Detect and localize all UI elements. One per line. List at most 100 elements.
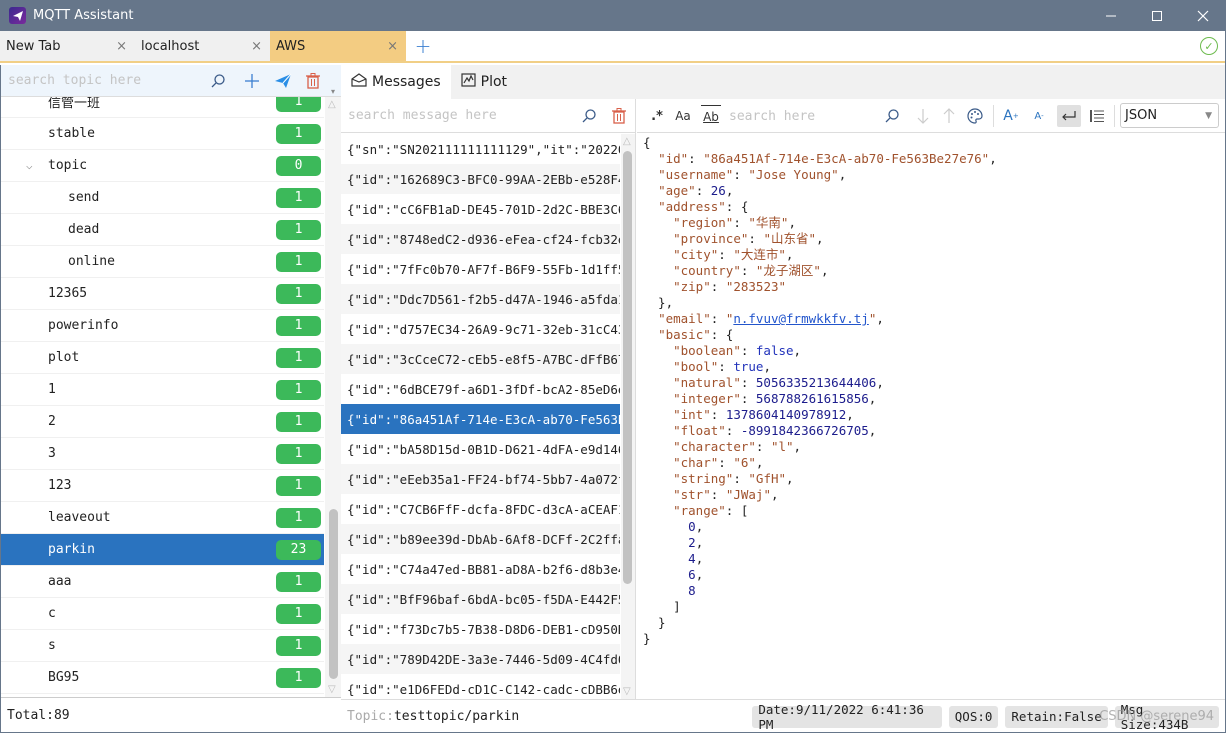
json-line: "character": "l", xyxy=(643,439,997,455)
scroll-down-icon[interactable]: ▽ xyxy=(623,686,631,697)
topic-row[interactable]: powerinfo 1 xyxy=(1,310,324,342)
add-subscription-icon[interactable] xyxy=(242,71,262,91)
topic-name: plot xyxy=(48,350,80,365)
delete-trash-icon[interactable] xyxy=(303,71,323,91)
viewer-search-input[interactable] xyxy=(729,103,869,129)
message-row[interactable]: {"sn":"SN202111111111129","it":"202209 xyxy=(341,134,620,164)
topic-row[interactable]: online 1 xyxy=(1,246,324,278)
topic-row[interactable]: leaveout 1 xyxy=(1,502,324,534)
topic-row[interactable]: dead 1 xyxy=(1,214,324,246)
json-punctuation: : xyxy=(710,487,726,502)
message-row[interactable]: {"id":"86a451Af-714e-E3cA-ab70-Fe563Be xyxy=(341,404,620,434)
close-tab-icon[interactable]: × xyxy=(251,39,262,54)
message-search-input[interactable] xyxy=(341,101,561,130)
message-row[interactable]: {"id":"Ddc7D561-f2b5-d47A-1946-a5fda1a xyxy=(341,284,620,314)
json-punctuation: : xyxy=(740,375,756,390)
scrollbar-thumb[interactable] xyxy=(329,509,338,679)
scroll-up-icon[interactable]: △ xyxy=(623,136,631,147)
chevron-down-icon: ▼ xyxy=(1205,110,1212,121)
topic-row[interactable]: plot 1 xyxy=(1,342,324,374)
search-icon[interactable] xyxy=(579,106,599,126)
message-list-scrollbar[interactable]: △ ▽ xyxy=(621,134,635,699)
message-row[interactable]: {"id":"3cCceC72-cEb5-e8f5-A7BC-dFfB675 xyxy=(341,344,620,374)
json-punctuation: , xyxy=(695,567,704,582)
message-row[interactable]: {"id":"C7CB6FfF-dcfa-8FDC-d3cA-aCEAF19 xyxy=(341,494,620,524)
json-punctuation: : xyxy=(710,279,726,294)
json-punctuation: : xyxy=(718,247,734,262)
close-tab-icon[interactable]: × xyxy=(387,39,398,54)
scrollbar-thumb[interactable] xyxy=(623,151,632,584)
json-key: "username" xyxy=(658,167,734,182)
message-row[interactable]: {"id":"8748edC2-d936-eFea-cf24-fcb32ef xyxy=(341,224,620,254)
topic-row[interactable]: BG95 1 xyxy=(1,662,324,694)
message-row[interactable]: {"id":"7fFc0b70-AF7f-B6F9-55Fb-1d1ff5A xyxy=(341,254,620,284)
json-key: "float" xyxy=(673,423,726,438)
topic-list-scrollbar[interactable]: △ ▽ xyxy=(325,97,341,697)
message-row[interactable]: {"id":"BfF96baf-6bdA-bc05-f5DA-E442F5A xyxy=(341,584,620,614)
message-row[interactable]: {"id":"789D42DE-3a3e-7446-5d09-4C4fd0d xyxy=(341,644,620,674)
message-row[interactable]: {"id":"C74a47ed-BB81-aD8A-b2f6-d8b3e43 xyxy=(341,554,620,584)
scroll-up-icon[interactable]: △ xyxy=(328,99,336,110)
palette-icon[interactable] xyxy=(965,105,985,127)
line-numbers-icon[interactable] xyxy=(1087,105,1107,127)
topic-row[interactable]: 信管一班 1 xyxy=(1,97,324,118)
topic-row[interactable]: 12365 1 xyxy=(1,278,324,310)
topic-search-input[interactable] xyxy=(1,66,201,95)
tab-new-tab[interactable]: New Tab × xyxy=(0,31,135,61)
topic-row[interactable]: 31 xyxy=(1,438,324,470)
message-row[interactable]: {"id":"cC6FB1aD-DE45-701D-2d2C-BBE3C6c xyxy=(341,194,620,224)
topic-row[interactable]: aaa 1 xyxy=(1,566,324,598)
match-case-toggle[interactable]: Aa xyxy=(673,105,693,127)
tab-plot[interactable]: Plot xyxy=(451,65,517,99)
message-row[interactable]: {"id":"eEeb35a1-FF24-bf74-5bb7-4a072f3 xyxy=(341,464,620,494)
json-punctuation: , xyxy=(793,343,802,358)
message-search-bar xyxy=(341,99,635,133)
add-tab-button[interactable]: + xyxy=(406,31,440,61)
topic-row[interactable]: 123 1 xyxy=(1,470,324,502)
topic-row[interactable]: parkin 23 xyxy=(1,534,324,566)
tab-aws[interactable]: AWS × xyxy=(270,31,406,61)
close-tab-icon[interactable]: × xyxy=(116,39,127,54)
message-row[interactable]: {"id":"e1D6FEDd-cD1C-C142-cadc-cDBB6e1 xyxy=(341,674,620,699)
message-row[interactable]: {"id":"162689C3-BFC0-99AA-2EBb-e528F46 xyxy=(341,164,620,194)
json-line: { xyxy=(643,135,997,151)
search-icon[interactable] xyxy=(208,71,228,91)
topic-row[interactable]: ⌵ topic 0 xyxy=(1,150,324,182)
topic-row[interactable]: stable 1 xyxy=(1,118,324,150)
tab-localhost[interactable]: localhost × xyxy=(135,31,270,61)
prev-match-arrow-up-icon[interactable] xyxy=(939,105,959,127)
message-row[interactable]: {"id":"d757EC34-26A9-9c71-32eb-31cC434 xyxy=(341,314,620,344)
next-match-arrow-down-icon[interactable] xyxy=(913,105,933,127)
message-row[interactable]: {"id":"b89ee39d-DbAb-6Af8-DCFf-2C2ffaA xyxy=(341,524,620,554)
search-icon[interactable] xyxy=(882,105,902,127)
maximize-button[interactable] xyxy=(1134,0,1180,31)
close-window-button[interactable] xyxy=(1180,0,1226,31)
email-link[interactable]: n.fvuv@frmwkkfv.tj xyxy=(733,311,868,326)
filter-dropdown-icon[interactable]: ▾ xyxy=(331,87,335,96)
clear-messages-trash-icon[interactable] xyxy=(609,106,629,126)
regex-toggle[interactable]: .* xyxy=(647,105,667,127)
format-select[interactable]: JSON ▼ xyxy=(1120,103,1219,128)
tab-messages[interactable]: Messages xyxy=(341,65,451,99)
minimize-button[interactable] xyxy=(1088,0,1134,31)
json-line: 4, xyxy=(643,551,997,567)
message-row[interactable]: {"id":"f73Dc7b5-7B38-D8D6-DEB1-cD950DB xyxy=(341,614,620,644)
json-line: "float": -8991842366726705, xyxy=(643,423,997,439)
message-row[interactable]: {"id":"6dBCE79f-a6D1-3fDf-bcA2-85eD6ef xyxy=(341,374,620,404)
topic-row[interactable]: 11 xyxy=(1,374,324,406)
chevron-down-icon[interactable]: ⌵ xyxy=(26,159,33,172)
word-wrap-icon[interactable] xyxy=(1057,105,1081,127)
topic-row[interactable]: send 1 xyxy=(1,182,324,214)
json-punctuation xyxy=(643,455,673,470)
message-row[interactable]: {"id":"bA58D15d-0B1D-D621-4dFA-e9d1464 xyxy=(341,434,620,464)
topic-row[interactable]: s1 xyxy=(1,630,324,662)
whole-word-toggle[interactable]: Ab xyxy=(701,105,721,127)
topic-row[interactable]: c1 xyxy=(1,598,324,630)
font-decrease-icon[interactable]: A- xyxy=(1029,105,1049,127)
font-increase-icon[interactable]: A + xyxy=(1001,105,1021,127)
message-count-badge: 1 xyxy=(276,411,321,432)
scroll-down-icon[interactable]: ▽ xyxy=(328,684,336,695)
topic-row[interactable]: 21 xyxy=(1,406,324,438)
send-plane-icon[interactable] xyxy=(273,71,293,91)
json-line: "city": "大连市", xyxy=(643,247,997,263)
